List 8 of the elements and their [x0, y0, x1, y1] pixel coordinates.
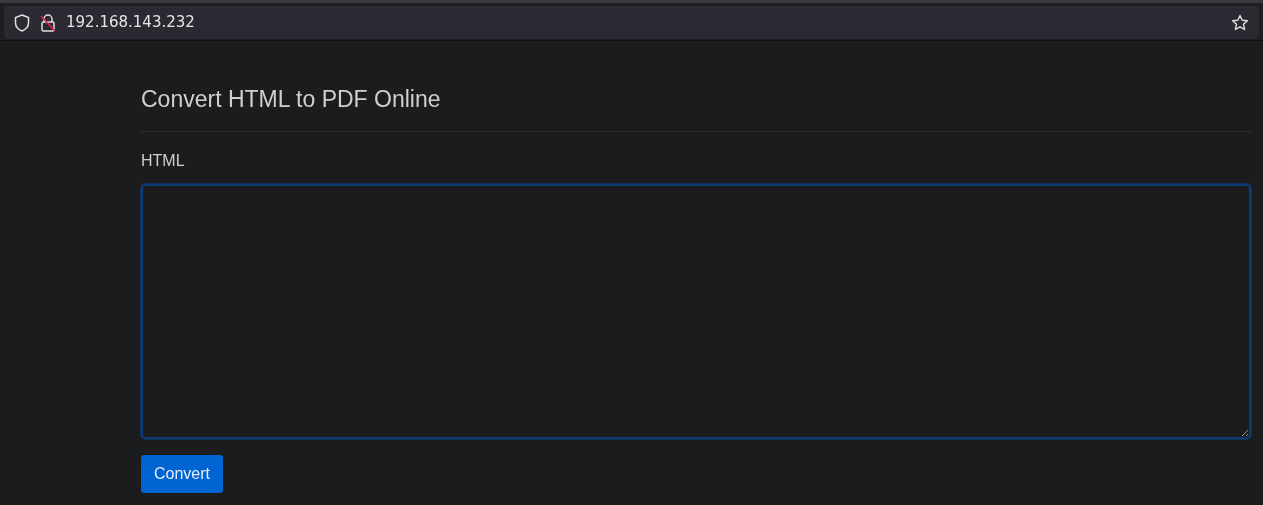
- html-input-field[interactable]: [141, 183, 1251, 439]
- convert-button[interactable]: Convert: [141, 454, 224, 493]
- page-title: Convert HTML to PDF Online: [141, 86, 1251, 132]
- bookmark-star-icon[interactable]: [1231, 13, 1249, 32]
- field-label: HTML: [141, 150, 185, 171]
- shield-icon[interactable]: [14, 13, 30, 32]
- url-text[interactable]: 192.168.143.232: [66, 11, 195, 34]
- insecure-lock-icon[interactable]: [40, 13, 56, 32]
